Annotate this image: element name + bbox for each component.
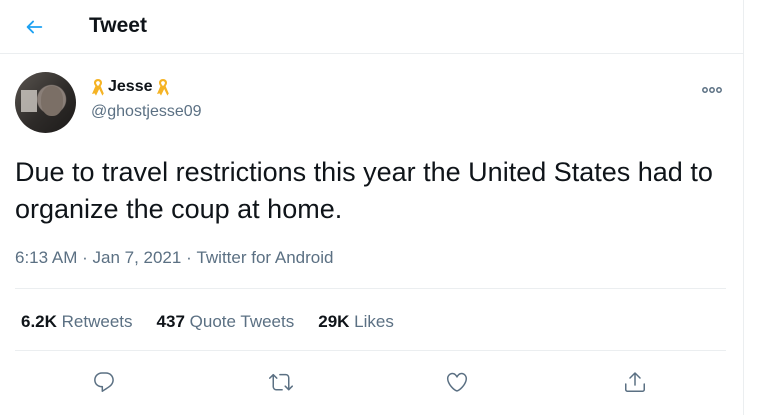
retweets-stat[interactable]: 6.2K Retweets (21, 311, 133, 333)
page-title: Tweet (89, 14, 147, 37)
tweet-stats: 6.2K Retweets 437 Quote Tweets 29K Likes (21, 311, 394, 333)
meta-separator: · (77, 248, 93, 267)
quote-tweets-count: 437 (156, 312, 185, 331)
author-name-link[interactable]: Jesse (91, 77, 170, 97)
like-button[interactable] (440, 365, 474, 399)
retweets-count: 6.2K (21, 312, 57, 331)
divider (15, 350, 726, 351)
tweet-timestamp-time[interactable]: 6:13 AM (15, 247, 77, 269)
tweet-action-bar (0, 362, 743, 402)
reply-icon (92, 370, 116, 394)
more-options-button[interactable] (698, 80, 726, 100)
retweets-label: Retweets (61, 312, 133, 331)
likes-count: 29K (318, 312, 350, 331)
tweet-meta: 6:13 AM · Jan 7, 2021 · Twitter for Andr… (15, 247, 333, 269)
divider (15, 288, 726, 289)
like-heart-icon (445, 370, 469, 394)
quote-tweets-stat[interactable]: 437 Quote Tweets (157, 311, 295, 333)
tweet-source-link[interactable]: Twitter for Android (196, 247, 333, 269)
back-button[interactable] (17, 10, 51, 44)
tweet-detail-column: Tweet Jesse @ghostjesse09 Due to travel (0, 0, 744, 415)
share-button[interactable] (618, 365, 652, 399)
yellow-ribbon-icon (156, 78, 170, 96)
tweet-text: Due to travel restrictions this year the… (15, 157, 713, 224)
page-header: Tweet (0, 0, 743, 54)
avatar[interactable] (15, 72, 76, 133)
retweet-button[interactable] (264, 365, 298, 399)
likes-label: Likes (354, 312, 394, 331)
meta-separator: · (181, 248, 197, 267)
author-name: Jesse (108, 78, 153, 95)
more-dots-icon (701, 86, 723, 94)
quote-tweets-label: Quote Tweets (189, 312, 295, 331)
author-handle[interactable]: @ghostjesse09 (91, 102, 202, 122)
arrow-left-icon (23, 16, 45, 38)
reply-button[interactable] (87, 365, 121, 399)
retweet-icon (269, 370, 293, 394)
tweet-timestamp-date[interactable]: Jan 7, 2021 (92, 247, 181, 269)
likes-stat[interactable]: 29K Likes (318, 311, 394, 333)
share-icon (623, 370, 647, 394)
yellow-ribbon-icon (91, 78, 105, 96)
